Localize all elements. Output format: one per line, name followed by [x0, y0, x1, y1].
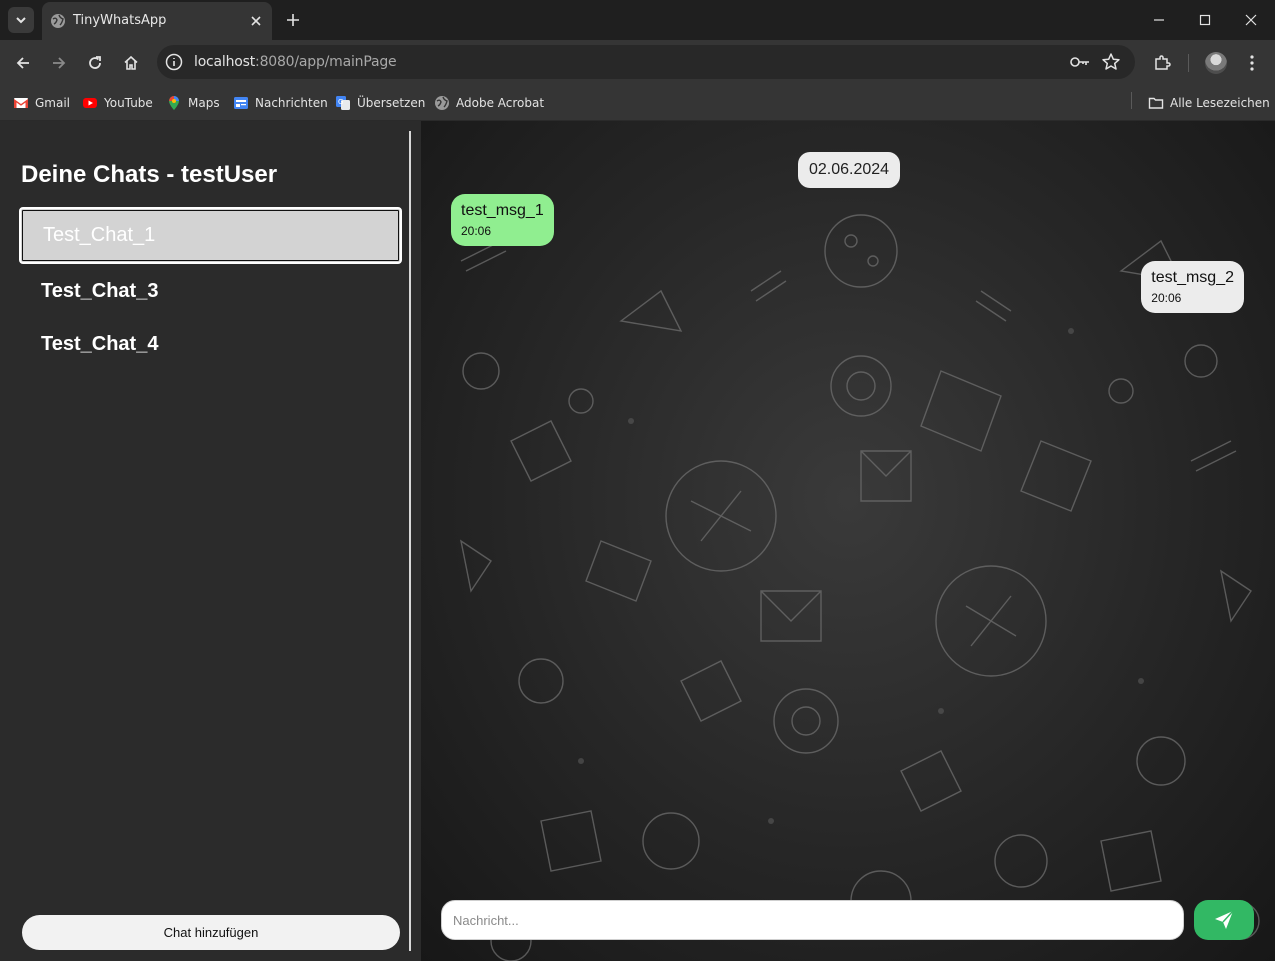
- browser-menu-button[interactable]: [1240, 51, 1264, 75]
- paper-plane-icon: [1215, 910, 1234, 929]
- bookmarks-separator: [1131, 92, 1132, 109]
- toolbar-separator: [1188, 54, 1189, 72]
- message-text: test_msg_1: [461, 202, 544, 219]
- gmail-icon: [14, 98, 28, 108]
- browser-tab-strip: TinyWhatsApp: [0, 0, 1275, 40]
- youtube-icon: [83, 98, 97, 108]
- url-text: localhost:8080/app/mainPage: [194, 54, 397, 70]
- chat-sidebar: Deine Chats - testUser Test_Chat_1 Test_…: [0, 121, 421, 961]
- bookmark-label: Nachrichten: [255, 96, 328, 110]
- extensions-button[interactable]: [1150, 51, 1174, 75]
- bookmark-adobe-acrobat[interactable]: Adobe Acrobat: [434, 93, 544, 113]
- folder-icon: [1148, 97, 1164, 109]
- address-bar[interactable]: localhost:8080/app/mainPage: [157, 45, 1135, 79]
- browser-toolbar: localhost:8080/app/mainPage: [0, 40, 1275, 86]
- tab-title: TinyWhatsApp: [73, 13, 167, 28]
- add-chat-button[interactable]: Chat hinzufügen: [22, 915, 400, 950]
- message-time: 20:06: [461, 224, 492, 238]
- message-text: test_msg_2: [1151, 269, 1234, 286]
- globe-icon: [435, 96, 449, 110]
- message-time: 20:06: [1151, 291, 1182, 305]
- bookmarks-bar: Gmail YouTube Maps Nachrichten G Überset…: [0, 86, 1275, 121]
- tab-search-button[interactable]: [8, 7, 34, 33]
- chat-item-test-chat-4[interactable]: Test_Chat_4: [19, 318, 402, 371]
- doodle-wallpaper: [459, 214, 1260, 961]
- svg-text:G: G: [338, 98, 343, 106]
- bookmark-youtube[interactable]: YouTube: [82, 93, 153, 113]
- close-tab-button[interactable]: [246, 11, 266, 31]
- date-separator: 02.06.2024: [798, 152, 901, 188]
- home-button[interactable]: [119, 51, 143, 75]
- globe-icon: [51, 14, 65, 28]
- sidebar-divider: [409, 131, 411, 951]
- all-bookmarks-button[interactable]: Alle Lesezeichen: [1148, 93, 1270, 113]
- send-button[interactable]: [1194, 900, 1254, 940]
- sidebar-title: Deine Chats - testUser: [21, 161, 278, 188]
- chat-item-test-chat-1[interactable]: Test_Chat_1: [19, 207, 402, 264]
- new-tab-button[interactable]: [283, 10, 303, 30]
- bookmark-label: Übersetzen: [357, 96, 426, 110]
- chat-panel: 02.06.2024 test_msg_1 20:06 test_msg_2 2…: [421, 121, 1275, 961]
- maximize-icon: [1199, 14, 1211, 26]
- maps-icon: [169, 96, 179, 110]
- tinywhatsapp-app: Deine Chats - testUser Test_Chat_1 Test_…: [0, 121, 1275, 961]
- arrow-right-icon: [53, 57, 66, 69]
- bookmark-label: YouTube: [104, 96, 153, 110]
- message-input[interactable]: [441, 900, 1184, 940]
- bookmark-star-icon[interactable]: [1101, 52, 1121, 72]
- reload-button[interactable]: [83, 51, 107, 75]
- message-bubble-incoming: test_msg_1 20:06: [451, 194, 554, 246]
- profile-avatar[interactable]: [1205, 52, 1227, 74]
- close-window-button[interactable]: [1239, 8, 1263, 32]
- reload-icon: [89, 56, 101, 69]
- chat-item-test-chat-3[interactable]: Test_Chat_3: [19, 265, 402, 318]
- bookmark-gmail[interactable]: Gmail: [13, 93, 70, 113]
- bookmark-maps[interactable]: Maps: [166, 93, 220, 113]
- kebab-menu-icon: [1250, 55, 1254, 71]
- maximize-button[interactable]: [1193, 8, 1217, 32]
- message-bubble-outgoing: test_msg_2 20:06: [1141, 261, 1244, 313]
- close-icon: [1245, 14, 1257, 26]
- bookmark-news[interactable]: Nachrichten: [233, 93, 328, 113]
- forward-button[interactable]: [47, 51, 71, 75]
- browser-tab[interactable]: TinyWhatsApp: [42, 2, 272, 40]
- close-icon: [251, 16, 261, 26]
- plus-icon: [287, 14, 299, 26]
- bookmark-label: Gmail: [35, 96, 71, 110]
- bookmark-label: Adobe Acrobat: [456, 96, 545, 110]
- info-icon[interactable]: [165, 53, 183, 71]
- bookmark-label: Maps: [188, 96, 220, 110]
- news-icon: [234, 97, 248, 109]
- minimize-icon: [1154, 19, 1164, 21]
- arrow-left-icon: [16, 57, 29, 69]
- back-button[interactable]: [11, 51, 35, 75]
- bookmark-translate[interactable]: G Übersetzen: [335, 93, 425, 113]
- minimize-button[interactable]: [1147, 8, 1171, 32]
- chat-list: Test_Chat_1 Test_Chat_3 Test_Chat_4: [19, 207, 402, 371]
- puzzle-icon: [1155, 55, 1171, 70]
- all-bookmarks-label: Alle Lesezeichen: [1170, 96, 1270, 110]
- url-host: localhost: [194, 54, 256, 70]
- url-path: :8080/app/mainPage: [255, 54, 397, 70]
- chevron-down-icon: [16, 17, 26, 24]
- home-icon: [124, 55, 138, 70]
- translate-icon: G: [336, 96, 350, 110]
- password-key-icon[interactable]: [1069, 53, 1091, 71]
